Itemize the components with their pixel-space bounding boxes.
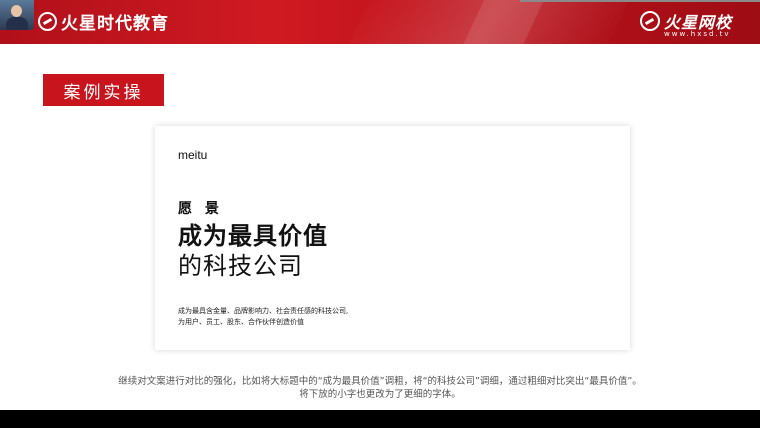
org-name: 火星时代教育 bbox=[61, 13, 169, 34]
header-bar: 火星时代教育 火星网校 www.hxsd.tv bbox=[0, 0, 760, 44]
presenter-head bbox=[11, 5, 22, 17]
hxsd-logo-icon bbox=[640, 11, 660, 31]
presenter-webcam bbox=[0, 0, 34, 30]
card-headline-thin: 的科技公司 bbox=[178, 252, 303, 280]
presenter-body bbox=[6, 17, 28, 30]
card-vision-label: 愿 景 bbox=[178, 201, 223, 217]
school-logo: 火星网校 www.hxsd.tv bbox=[640, 8, 756, 40]
section-tag: 案例实操 bbox=[43, 74, 164, 106]
org-logo: 火星时代教育 bbox=[38, 9, 169, 34]
card-brand: meitu bbox=[178, 148, 208, 162]
section-tag-label: 案例实操 bbox=[63, 82, 144, 103]
bottom-bar bbox=[0, 410, 760, 428]
card-description-line1: 成为最具含金量、品牌影响力、社会责任感的科技公司, bbox=[178, 307, 349, 315]
top-strip bbox=[520, 0, 760, 2]
school-logo-url: www.hxsd.tv bbox=[664, 30, 731, 38]
hxsd-logo-icon bbox=[38, 11, 57, 31]
example-card: meitu 愿 景 成为最具价值 的科技公司 成为最具含金量、品牌影响力、社会责… bbox=[155, 126, 630, 350]
caption-line1: 继续对文案进行对比的强化，比如将大标题中的“成为最具价值”调粗，将“的科技公司”… bbox=[118, 376, 642, 387]
caption-line2: 将下放的小字也更改为了更细的字体。 bbox=[299, 389, 461, 400]
card-description-line2: 为用户、员工、股东、合作伙伴创造价值 bbox=[178, 318, 304, 326]
